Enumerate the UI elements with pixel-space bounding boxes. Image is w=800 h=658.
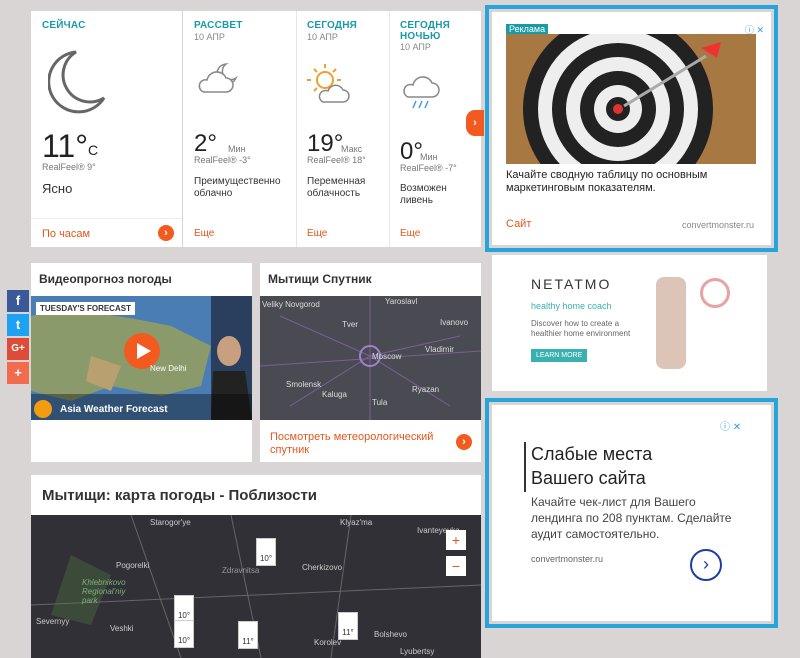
dawn-label: РАССВЕТ	[194, 20, 243, 31]
today-realfeel: RealFeel® 18°	[307, 155, 366, 165]
map-city: Bolshevo	[374, 630, 407, 639]
ad-1-site-link[interactable]: Сайт	[506, 218, 531, 230]
dawn-temp-sub: Мин	[228, 144, 246, 154]
map-city: Cherkizovo	[302, 563, 343, 572]
ad-1-text[interactable]: Качайте сводную таблицу по основным марк…	[506, 169, 756, 195]
ad-1-image[interactable]	[506, 34, 756, 164]
weather-sun-logo-icon	[34, 400, 52, 418]
sat-city: Smolensk	[286, 380, 322, 389]
more-share-icon[interactable]: +	[7, 362, 29, 384]
video-badge: TUESDAY'S FORECAST	[36, 302, 135, 315]
ad-3-headline-2[interactable]: Вашего сайта	[531, 468, 646, 489]
map-city: Klyaz'ma	[340, 518, 373, 527]
hourly-link[interactable]: По часам	[42, 228, 90, 240]
zoom-in-button[interactable]: +	[446, 530, 466, 550]
ad-2-text: Discover how to create a healthier home …	[531, 319, 631, 338]
netatmo-app-icon	[700, 278, 730, 308]
map-city: Veshki	[110, 624, 134, 633]
cloudy-night-icon	[198, 63, 238, 93]
nearby-map-title: Мытищи: карта погоды - Поблизости	[42, 487, 318, 504]
sat-city: Veliky Novgorod	[262, 300, 320, 309]
today-more-link[interactable]: Еще	[307, 228, 327, 239]
map-city: Starogor'ye	[150, 518, 191, 527]
ad-3-next-button[interactable]: ›	[690, 549, 722, 581]
satellite-title: Мытищи Спутник	[268, 272, 372, 286]
map-city: Lyubertsy	[400, 647, 435, 656]
ad-2-tagline: healthy home coach	[531, 301, 612, 311]
video-title: Видеопрогноз погоды	[39, 272, 172, 286]
twitter-share-icon[interactable]: t	[7, 314, 29, 336]
sat-city: Tver	[342, 320, 358, 329]
dawn-temp: 2°	[194, 130, 217, 157]
tonight-realfeel: RealFeel® -7°	[400, 163, 457, 173]
dawn-desc: Преимущественно облачно	[194, 176, 281, 199]
now-label: СЕЙЧАС	[42, 20, 86, 31]
satellite-map[interactable]	[260, 296, 481, 420]
satellite-link[interactable]: Посмотреть метеорологический спутник	[270, 431, 450, 457]
rain-cloud-icon	[403, 76, 440, 109]
map-weather-pin[interactable]: 11°	[238, 621, 258, 649]
today-desc: Переменная облачность	[307, 176, 366, 199]
dawn-more-link[interactable]: Еще	[194, 228, 214, 239]
tonight-label: СЕГОДНЯ НОЧЬЮ	[400, 20, 451, 42]
ad-2-learn-more-button[interactable]: LEARN MORE	[531, 349, 588, 362]
map-weather-pin[interactable]: 10°	[256, 538, 276, 566]
sat-city: Kaluga	[322, 390, 347, 399]
ad-3-info-icon[interactable]: ⓘ ✕	[720, 418, 741, 433]
sat-city: Yaroslavl	[385, 297, 418, 306]
netatmo-device-image	[656, 277, 686, 369]
satellite-arrow-icon[interactable]: ›	[456, 434, 472, 450]
now-realfeel: RealFeel® 9°	[42, 162, 96, 172]
map-weather-pin[interactable]: 10°	[174, 595, 194, 623]
today-temp-sub: Макс	[341, 144, 363, 154]
video-city-label: New Delhi	[150, 364, 187, 373]
map-city: Zdravnitsa	[222, 566, 260, 575]
sat-city: Tula	[372, 398, 388, 407]
sat-city: Ivanovo	[440, 318, 469, 327]
today-label: СЕГОДНЯ	[307, 20, 358, 31]
tonight-more-link[interactable]: Еще	[400, 228, 420, 239]
ad-1-domain: convertmonster.ru	[682, 220, 755, 230]
now-unit: C	[88, 142, 99, 158]
map-city: Khlebnikovo Regional'niy park	[82, 578, 126, 605]
ad-3-headline-1[interactable]: Слабые места	[531, 444, 652, 465]
ad-3-body: Качайте чек-лист для Вашего лендинга по …	[531, 495, 732, 541]
satellite-map-image	[260, 296, 481, 420]
dartboard-image	[506, 34, 756, 164]
tonight-desc: Возможен ливень	[400, 183, 447, 206]
ad-3-domain: convertmonster.ru	[531, 554, 604, 564]
map-weather-pin[interactable]: 10°	[174, 620, 194, 648]
now-temp: 11°	[42, 128, 89, 164]
map-city: Severnyy	[36, 617, 70, 626]
sat-city: Moscow	[372, 352, 402, 361]
map-city: Pogorelki	[116, 561, 150, 570]
zoom-out-button[interactable]: −	[446, 556, 466, 576]
video-caption: Asia Weather Forecast	[60, 404, 168, 415]
ad-2-brand: NETATMO	[531, 276, 612, 292]
moon-icon	[48, 50, 106, 114]
forecast-days-panel	[183, 11, 481, 247]
map-weather-pin[interactable]: 11°	[338, 612, 358, 640]
hourly-arrow-icon[interactable]: ›	[158, 225, 174, 241]
facebook-share-icon[interactable]: f	[7, 290, 29, 312]
today-date: 10 АПР	[307, 32, 338, 42]
tonight-temp-sub: Мин	[420, 152, 438, 162]
partly-sunny-icon	[307, 64, 350, 103]
sat-city: Vladimir	[425, 345, 454, 354]
dawn-realfeel: RealFeel® -3°	[194, 155, 251, 165]
googleplus-share-icon[interactable]: G+	[7, 338, 29, 360]
dawn-date: 10 АПР	[194, 32, 225, 42]
today-temp: 19°	[307, 130, 344, 157]
tonight-date: 10 АПР	[400, 42, 431, 52]
now-desc: Ясно	[42, 181, 73, 196]
sat-city: Ryazan	[412, 385, 440, 394]
forecast-next-arrow-icon[interactable]: ›	[466, 110, 484, 136]
